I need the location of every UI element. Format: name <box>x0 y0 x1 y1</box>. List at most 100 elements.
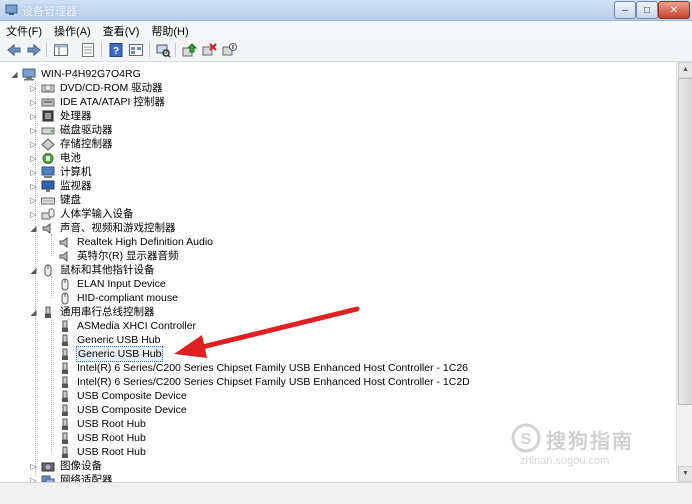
tree-device-row[interactable]: USB Root Hub <box>58 431 147 445</box>
console-tree-icon[interactable] <box>53 42 69 58</box>
menu-help[interactable]: 帮助(H) <box>145 21 194 39</box>
speaker-icon <box>59 236 68 248</box>
tree-root-label: WIN-P4H92G7O4RG <box>41 68 141 80</box>
maximize-button[interactable]: □ <box>636 1 658 19</box>
tree-category-disk[interactable]: ▷ 磁盘驱动器 <box>29 123 114 137</box>
usb-icon <box>62 404 68 416</box>
expand-icon[interactable]: ▷ <box>29 112 38 121</box>
usb-icon <box>62 446 68 458</box>
ide-controller-icon <box>41 98 55 106</box>
tree-category-network[interactable]: ▷ 网络适配器 <box>29 473 114 482</box>
device-manager-icon <box>5 4 18 15</box>
menu-bar: 文件(F) 操作(A) 查看(V) 帮助(H) <box>0 21 692 40</box>
expand-icon[interactable]: ▷ <box>29 182 38 191</box>
update-driver-icon[interactable] <box>181 42 197 58</box>
usb-icon <box>62 362 68 374</box>
tree-root[interactable]: ◢ WIN-P4H92G7O4RG <box>10 67 142 81</box>
usb-icon <box>62 320 68 332</box>
usb-icon <box>62 334 68 346</box>
tree-category-processor[interactable]: ▷ 处理器 <box>29 109 93 123</box>
processor-icon <box>42 110 54 121</box>
forward-arrow-icon[interactable] <box>26 42 42 58</box>
expand-icon[interactable]: ▷ <box>29 140 38 149</box>
tree-device-row[interactable]: USB Composite Device <box>58 389 188 403</box>
usb-icon <box>45 306 51 318</box>
expand-icon[interactable]: ▷ <box>29 126 38 135</box>
svg-text:S: S <box>521 431 532 448</box>
mouse-icon <box>61 278 69 290</box>
tree-device-row[interactable]: Intel(R) 6 Series/C200 Series Chipset Fa… <box>58 375 471 389</box>
collapse-icon[interactable]: ◢ <box>29 266 38 275</box>
tree-category-mouse[interactable]: ◢ 鼠标和其他指针设备 <box>29 263 156 277</box>
close-button[interactable]: ✕ <box>658 1 690 19</box>
scroll-up-icon[interactable]: ▲ <box>678 62 692 78</box>
help-icon[interactable]: ? <box>108 42 124 58</box>
watermark-url: zhinan.sogou.com <box>520 455 610 467</box>
imaging-icon <box>41 462 55 471</box>
annotation-arrow-icon <box>174 306 360 358</box>
tree-category-imaging[interactable]: ▷ 图像设备 <box>29 459 103 473</box>
disable-icon[interactable] <box>221 42 237 58</box>
usb-icon <box>62 348 68 360</box>
expand-icon[interactable]: ▷ <box>29 196 38 205</box>
tree-device-row-selected[interactable]: Generic USB Hub <box>58 346 164 362</box>
battery-icon <box>42 152 54 164</box>
tree-device-row[interactable]: USB Root Hub <box>58 445 147 459</box>
tree-device-row[interactable]: 英特尔(R) 显示器音频 <box>58 249 180 263</box>
menu-file[interactable]: 文件(F) <box>0 21 48 39</box>
expand-icon[interactable]: ▷ <box>29 168 38 177</box>
tree-category-computer[interactable]: ▷ 计算机 <box>29 165 93 179</box>
usb-icon <box>62 432 68 444</box>
scroll-down-icon[interactable]: ▼ <box>678 466 692 482</box>
scroll-thumb[interactable] <box>678 78 692 405</box>
expand-icon[interactable]: ▷ <box>29 210 38 219</box>
collapse-icon[interactable]: ◢ <box>29 224 38 233</box>
uninstall-icon[interactable] <box>201 42 217 58</box>
tree-device-row[interactable]: Realtek High Definition Audio <box>58 235 214 249</box>
expand-icon[interactable]: ▷ <box>29 98 38 107</box>
usb-icon <box>62 390 68 402</box>
tree-category-hid[interactable]: ▷ 人体学输入设备 <box>29 207 135 221</box>
device-tree: ◢ WIN-P4H92G7O4RG ▷ DVD/CD-ROM 驱动器 ▷ IDE… <box>0 62 675 482</box>
tree-category-dvd[interactable]: ▷ DVD/CD-ROM 驱动器 <box>29 81 164 95</box>
view-icon[interactable] <box>128 42 144 58</box>
scan-hardware-icon[interactable] <box>155 42 171 58</box>
storage-controller-icon <box>41 137 55 151</box>
tree-category-battery[interactable]: ▷ 电池 <box>29 151 82 165</box>
mouse-icon <box>44 264 52 276</box>
usb-icon <box>62 376 68 388</box>
svg-text:?: ? <box>113 46 119 57</box>
usb-icon <box>62 418 68 430</box>
network-icon <box>41 475 55 482</box>
watermark-brand: 搜狗指南 <box>546 431 634 453</box>
tree-device-row[interactable]: USB Root Hub <box>58 417 147 431</box>
tree-category-usb[interactable]: ◢ 通用串行总线控制器 <box>29 305 156 319</box>
tree-device-row[interactable]: Generic USB Hub <box>58 333 161 347</box>
tree-device-row[interactable]: ELAN Input Device <box>58 277 167 291</box>
vertical-scrollbar[interactable]: ▲ ▼ <box>676 62 692 482</box>
title-bar: 设备管理器 – □ ✕ <box>0 0 692 21</box>
minimize-button[interactable]: – <box>614 1 636 19</box>
status-bar <box>0 482 692 504</box>
expand-icon[interactable]: ▷ <box>29 84 38 93</box>
window-title: 设备管理器 <box>22 6 77 18</box>
back-arrow-icon[interactable] <box>6 42 22 58</box>
disk-drive-icon <box>41 127 55 134</box>
sogou-logo-icon: S <box>511 423 541 453</box>
tree-category-storage[interactable]: ▷ 存储控制器 <box>29 137 114 151</box>
tree-category-ide[interactable]: ▷ IDE ATA/ATAPI 控制器 <box>29 95 166 109</box>
tree-device-row[interactable]: USB Composite Device <box>58 403 188 417</box>
menu-action[interactable]: 操作(A) <box>48 21 97 39</box>
tree-category-keyboard[interactable]: ▷ 键盘 <box>29 193 82 207</box>
expand-icon[interactable]: ▷ <box>29 154 38 163</box>
tree-category-monitor[interactable]: ▷ 监视器 <box>29 179 93 193</box>
properties-icon[interactable] <box>80 42 96 58</box>
computer-icon <box>41 166 55 178</box>
collapse-icon[interactable]: ◢ <box>10 70 19 79</box>
menu-view[interactable]: 查看(V) <box>97 21 146 39</box>
sound-icon <box>42 222 51 234</box>
expand-icon[interactable]: ▷ <box>29 462 38 471</box>
tree-category-sound[interactable]: ◢ 声音、视频和游戏控制器 <box>29 221 177 235</box>
computer-icon <box>22 68 36 80</box>
collapse-icon[interactable]: ◢ <box>29 308 38 317</box>
